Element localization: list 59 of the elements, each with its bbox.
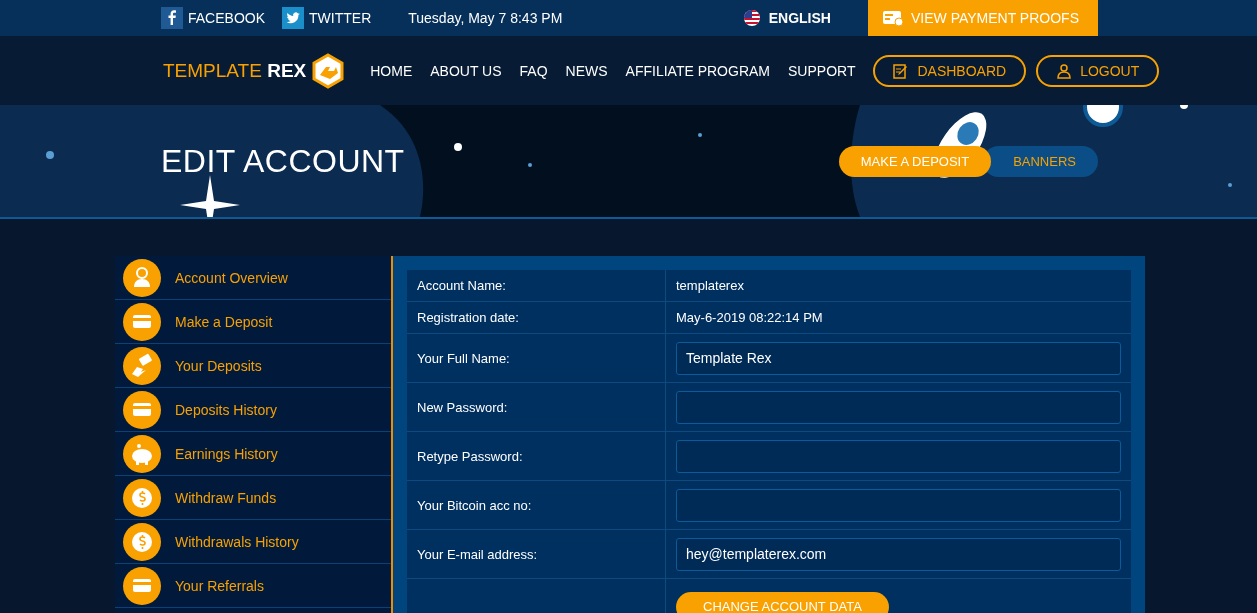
facebook-icon: [161, 7, 183, 29]
field-label: New Password:: [417, 399, 508, 415]
nav-link[interactable]: AFFILIATE PROGRAM: [625, 62, 770, 79]
input-field[interactable]: [676, 390, 1121, 424]
sidebar-item[interactable]: Your Referrals: [115, 564, 391, 608]
nav-link[interactable]: HOME: [370, 62, 413, 79]
sidebar-item[interactable]: Withdraw Funds: [115, 476, 391, 520]
field-label: Your E-mail address:: [417, 546, 538, 562]
sidebar-label: Make a Deposit: [175, 313, 273, 330]
sidebar-label: Your Referrals: [175, 577, 264, 594]
logo-text: TEMPLATE REX: [163, 59, 307, 82]
sidebar-label: Your Deposits: [175, 357, 262, 374]
twitter-icon: [282, 7, 305, 29]
field-label: Your Full Name:: [417, 350, 510, 366]
nav-link[interactable]: NEWS: [565, 62, 608, 79]
hand-icon: [123, 346, 161, 385]
edit-icon: [893, 62, 910, 79]
logo-icon: [310, 52, 347, 89]
sidebar-label: Withdraw Funds: [175, 489, 277, 506]
sidebar-label: Withdrawals History: [175, 533, 299, 550]
nav-link[interactable]: SUPPORT: [788, 62, 856, 79]
nav-link[interactable]: FAQ: [519, 62, 548, 79]
sidebar-label: Account Overview: [175, 269, 288, 286]
language-selector[interactable]: ENGLISH: [768, 10, 831, 26]
sidebar-label: Earnings History: [175, 445, 278, 462]
sidebar-label: Deposits History: [175, 401, 277, 418]
social-link[interactable]: TWITTER: [282, 7, 372, 29]
field-label: Retype Password:: [417, 448, 523, 464]
field-label: Registration date:: [417, 310, 519, 325]
flag-icon: [743, 10, 760, 26]
card-icon: [882, 10, 903, 26]
input-field[interactable]: hey@templaterex.com: [676, 537, 1121, 571]
user-icon: [1056, 62, 1073, 79]
sidebar-item[interactable]: Account Overview: [115, 256, 391, 300]
sidebar-item[interactable]: Make a Deposit: [115, 300, 391, 344]
sidebar-item[interactable]: Your Deposits: [115, 344, 391, 388]
user-icon: [123, 258, 161, 297]
page-title: EDIT ACCOUNT: [161, 142, 405, 180]
piggy-bank-icon: [123, 434, 161, 473]
coin-icon: [123, 478, 161, 517]
card-icon: [123, 390, 161, 429]
nav-link[interactable]: ABOUT US: [430, 62, 502, 79]
sidebar-item[interactable]: Deposits History: [115, 388, 391, 432]
dashboard-button[interactable]: DASHBOARD: [873, 54, 1027, 87]
field-label: Your Bitcoin acc no:: [417, 497, 532, 513]
coin-icon: [123, 522, 161, 561]
logout-button[interactable]: LOGOUT: [1036, 54, 1160, 87]
sidebar-item[interactable]: Withdrawals History: [115, 520, 391, 564]
sidebar-item[interactable]: Earnings History: [115, 432, 391, 476]
input-field[interactable]: [676, 488, 1121, 522]
field-value: templaterex: [676, 278, 744, 293]
field-value: May-6-2019 08:22:14 PM: [676, 310, 823, 325]
social-link[interactable]: FACEBOOK: [161, 7, 266, 29]
input-field[interactable]: [676, 439, 1121, 473]
card-icon: [123, 566, 161, 605]
field-label: Account Name:: [417, 278, 506, 293]
date-time: Tuesday, May 7 8:43 PM: [408, 10, 563, 26]
input-field[interactable]: Template Rex: [676, 341, 1121, 375]
card-icon: [123, 302, 161, 341]
